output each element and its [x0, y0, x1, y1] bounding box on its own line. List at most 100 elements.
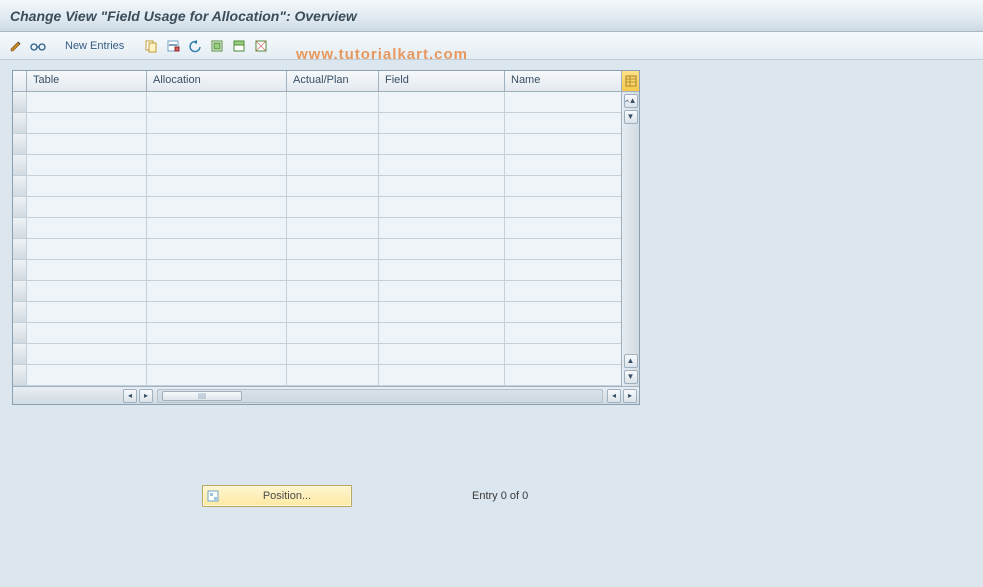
table-cell[interactable] — [287, 260, 379, 281]
table-cell[interactable] — [379, 260, 505, 281]
table-cell[interactable] — [287, 281, 379, 302]
new-entries-button[interactable]: New Entries — [58, 36, 131, 56]
toggle-display-change-button[interactable] — [6, 36, 26, 56]
table-cell[interactable] — [27, 302, 147, 323]
row-selector[interactable] — [13, 197, 27, 218]
scroll-left-button[interactable]: ▸ — [139, 389, 153, 403]
table-cell[interactable] — [27, 323, 147, 344]
table-cell[interactable] — [505, 155, 621, 176]
table-cell[interactable] — [505, 113, 621, 134]
table-cell[interactable] — [287, 344, 379, 365]
table-cell[interactable] — [505, 302, 621, 323]
row-selector[interactable] — [13, 344, 27, 365]
table-cell[interactable] — [147, 92, 287, 113]
table-cell[interactable] — [147, 344, 287, 365]
col-header-actual-plan[interactable]: Actual/Plan — [287, 71, 379, 91]
table-cell[interactable] — [287, 92, 379, 113]
table-cell[interactable] — [287, 218, 379, 239]
table-cell[interactable] — [379, 323, 505, 344]
row-selector[interactable] — [13, 323, 27, 344]
table-cell[interactable] — [505, 260, 621, 281]
row-selector[interactable] — [13, 155, 27, 176]
table-cell[interactable] — [505, 176, 621, 197]
table-cell[interactable] — [505, 197, 621, 218]
table-cell[interactable] — [27, 239, 147, 260]
scroll-up-button[interactable]: ▼ — [624, 110, 638, 124]
table-cell[interactable] — [287, 365, 379, 386]
col-header-field[interactable]: Field — [379, 71, 505, 91]
table-cell[interactable] — [379, 113, 505, 134]
glasses-icon-button[interactable] — [28, 36, 48, 56]
table-cell[interactable] — [379, 197, 505, 218]
table-cell[interactable] — [27, 134, 147, 155]
table-cell[interactable] — [505, 218, 621, 239]
hscroll-track[interactable] — [157, 389, 603, 403]
table-cell[interactable] — [147, 323, 287, 344]
table-cell[interactable] — [505, 365, 621, 386]
table-cell[interactable] — [147, 365, 287, 386]
table-cell[interactable] — [147, 239, 287, 260]
row-selector[interactable] — [13, 92, 27, 113]
scroll-far-left-button[interactable]: ◂ — [123, 389, 137, 403]
table-cell[interactable] — [27, 218, 147, 239]
row-selector[interactable] — [13, 281, 27, 302]
col-header-table[interactable]: Table — [27, 71, 147, 91]
table-cell[interactable] — [287, 239, 379, 260]
table-cell[interactable] — [505, 344, 621, 365]
table-cell[interactable] — [147, 218, 287, 239]
undo-change-button[interactable] — [185, 36, 205, 56]
row-selector[interactable] — [13, 176, 27, 197]
table-cell[interactable] — [505, 281, 621, 302]
table-cell[interactable] — [505, 92, 621, 113]
table-cell[interactable] — [27, 365, 147, 386]
table-cell[interactable] — [379, 281, 505, 302]
col-header-allocation[interactable]: Allocation — [147, 71, 287, 91]
row-selector[interactable] — [13, 302, 27, 323]
col-header-name[interactable]: Name — [505, 71, 621, 91]
table-cell[interactable] — [379, 155, 505, 176]
table-cell[interactable] — [379, 344, 505, 365]
table-cell[interactable] — [27, 260, 147, 281]
table-cell[interactable] — [287, 323, 379, 344]
table-cell[interactable] — [379, 176, 505, 197]
select-block-button[interactable] — [229, 36, 249, 56]
table-cell[interactable] — [27, 176, 147, 197]
table-cell[interactable] — [379, 239, 505, 260]
table-cell[interactable] — [379, 365, 505, 386]
vertical-scrollbar[interactable]: ▲ ▼ ▲ ▼ — [621, 92, 639, 386]
table-cell[interactable] — [505, 323, 621, 344]
table-cell[interactable] — [27, 344, 147, 365]
table-cell[interactable] — [27, 113, 147, 134]
select-all-button[interactable] — [207, 36, 227, 56]
table-cell[interactable] — [27, 281, 147, 302]
table-cell[interactable] — [287, 155, 379, 176]
delete-button[interactable] — [163, 36, 183, 56]
table-cell[interactable] — [147, 113, 287, 134]
table-cell[interactable] — [287, 113, 379, 134]
table-cell[interactable] — [379, 92, 505, 113]
scroll-bottom-button[interactable]: ▼ — [624, 370, 638, 384]
row-selector[interactable] — [13, 365, 27, 386]
table-cell[interactable] — [147, 197, 287, 218]
table-cell[interactable] — [27, 92, 147, 113]
scroll-right-button[interactable]: ◂ — [607, 389, 621, 403]
table-cell[interactable] — [27, 155, 147, 176]
horizontal-scrollbar[interactable]: ◂ ▸ ◂ ▸ — [13, 386, 639, 404]
table-cell[interactable] — [379, 134, 505, 155]
scroll-top-button[interactable]: ▲ — [624, 94, 638, 108]
table-cell[interactable] — [287, 302, 379, 323]
table-cell[interactable] — [287, 134, 379, 155]
table-configure-button[interactable] — [621, 71, 639, 91]
scroll-far-right-button[interactable]: ▸ — [623, 389, 637, 403]
table-cell[interactable] — [147, 134, 287, 155]
table-cell[interactable] — [147, 176, 287, 197]
hscroll-thumb[interactable] — [162, 391, 242, 401]
table-cell[interactable] — [147, 155, 287, 176]
position-button[interactable]: Position... — [202, 485, 352, 507]
row-selector[interactable] — [13, 239, 27, 260]
table-cell[interactable] — [147, 260, 287, 281]
table-cell[interactable] — [27, 197, 147, 218]
row-selector[interactable] — [13, 134, 27, 155]
table-cell[interactable] — [505, 239, 621, 260]
copy-as-button[interactable] — [141, 36, 161, 56]
